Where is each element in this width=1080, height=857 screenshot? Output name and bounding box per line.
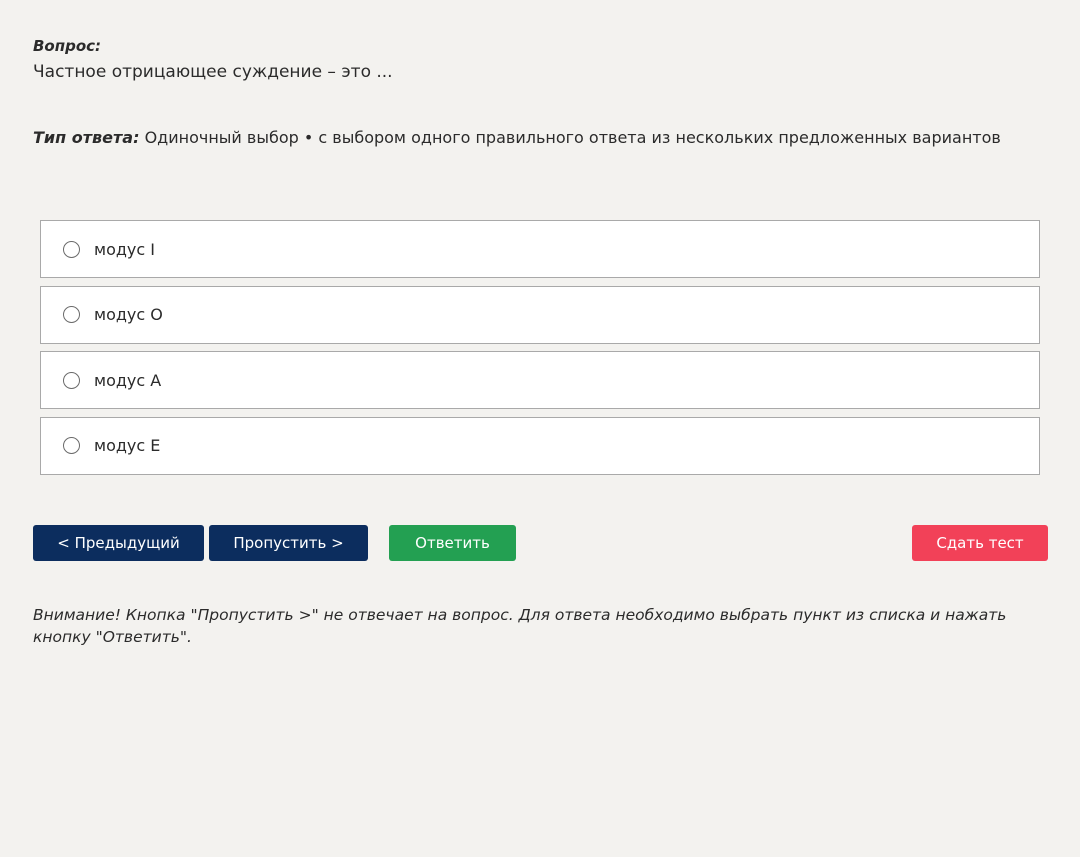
- answer-type-value: Одиночный выбор • с выбором одного прави…: [144, 128, 1001, 147]
- option-item[interactable]: модус I: [40, 220, 1040, 278]
- option-label: модус O: [94, 305, 163, 324]
- option-item[interactable]: модус O: [40, 285, 1040, 344]
- skip-button[interactable]: Пропустить >: [209, 525, 368, 561]
- radio-button[interactable]: [63, 437, 80, 454]
- option-item[interactable]: модус E: [40, 416, 1040, 475]
- answer-button[interactable]: Ответить: [389, 525, 516, 561]
- option-label: модус E: [94, 436, 161, 455]
- answer-type: Тип ответа: Одиночный выбор • с выбором …: [33, 128, 1001, 147]
- radio-button[interactable]: [63, 306, 80, 323]
- previous-button[interactable]: < Предыдущий: [33, 525, 204, 561]
- notice-text: Внимание! Кнопка "Пропустить >" не отвеч…: [33, 606, 1007, 646]
- question-label: Вопрос:: [33, 37, 102, 55]
- option-label: модус A: [94, 370, 162, 390]
- radio-button[interactable]: [63, 371, 80, 389]
- submit-test-button[interactable]: Сдать тест: [912, 525, 1048, 561]
- answer-type-label: Тип ответа:: [33, 128, 140, 147]
- question-text: Частное отрицающее суждение – это ...: [33, 62, 393, 82]
- radio-button[interactable]: [63, 240, 80, 258]
- option-label: модус I: [94, 239, 155, 259]
- options-list: модус I модус O модус A модус E: [40, 220, 1040, 482]
- option-item[interactable]: модус A: [40, 351, 1040, 409]
